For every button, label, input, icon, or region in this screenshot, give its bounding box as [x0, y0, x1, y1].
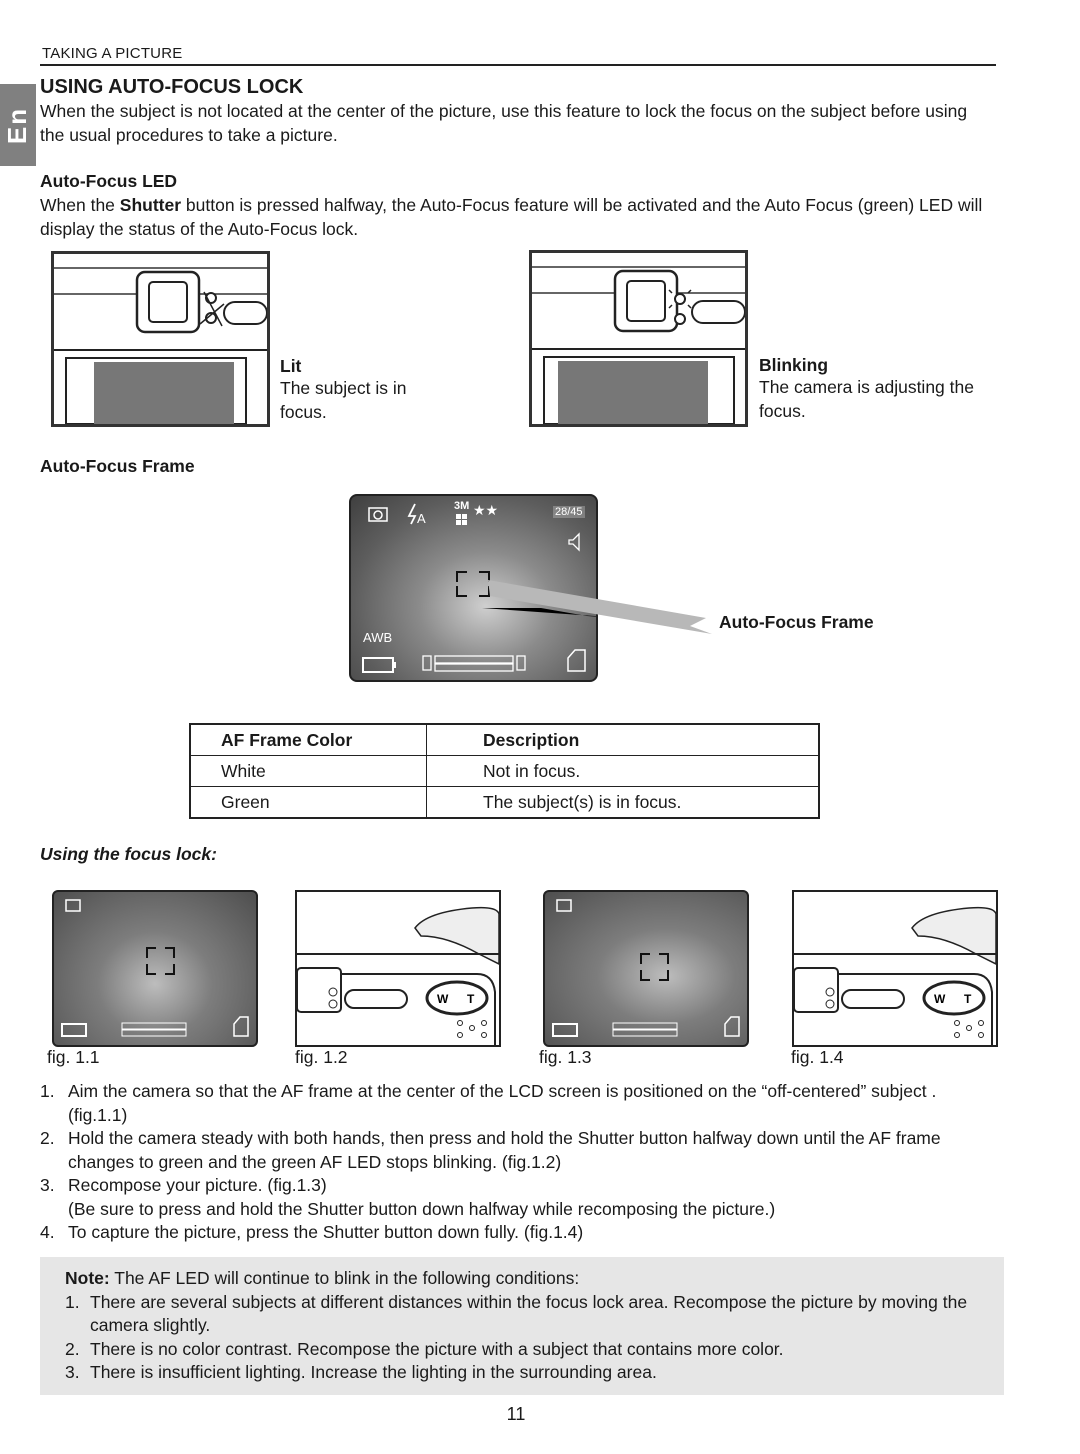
step-number: 1. — [40, 1081, 55, 1101]
note-label: Note: — [65, 1268, 110, 1288]
figure-1-4: W T — [792, 890, 998, 1047]
figure-1-3 — [543, 890, 749, 1047]
note-number: 3. — [65, 1362, 80, 1382]
note-number: 2. — [65, 1338, 80, 1359]
zoom-bar-icon — [434, 655, 514, 664]
af-led-heading: Auto-Focus LED — [40, 171, 178, 191]
led-lit-title: Lit — [280, 356, 302, 376]
camera-led-lit-illustration — [51, 251, 270, 427]
list-item: 1. Aim the camera so that the AF frame at… — [40, 1080, 1000, 1127]
table-row: Green The subject(s) is in focus. — [189, 786, 820, 819]
finger-icon — [911, 906, 997, 966]
step-number: 3. — [40, 1175, 55, 1195]
figure-1-1 — [52, 890, 258, 1047]
photo-thumbnail — [558, 361, 708, 424]
shutter-term: Shutter — [119, 195, 182, 215]
af-led-text-rest: button is pressed halfway, the Auto-Focu… — [40, 195, 983, 239]
figure-caption: fig. 1.3 — [539, 1047, 592, 1067]
flash-mode-label: A — [417, 511, 426, 526]
af-led-paragraph: When the Shutter button is pressed halfw… — [40, 194, 1000, 241]
note-intro-text: The AF LED will continue to blink in the… — [109, 1268, 580, 1288]
af-frame-brackets — [61, 899, 249, 1037]
led-blinking-title: Blinking — [759, 355, 829, 375]
table-header: AF Frame Color — [189, 723, 427, 756]
zoom-rocker — [922, 980, 986, 1016]
note-intro: Note: The AF LED will continue to blink … — [65, 1267, 1004, 1291]
table-cell: Not in focus. — [426, 755, 820, 787]
note-list: 1. There are several subjects at differen… — [65, 1291, 1004, 1385]
white-balance-label: AWB — [363, 630, 393, 645]
quality-stars-icon: ★★ — [473, 502, 499, 518]
step-number: 2. — [40, 1128, 55, 1148]
finger-icon — [414, 906, 500, 966]
camera-shutter-half-press-drawing: W T — [296, 906, 500, 1045]
camera-led-blinking-illustration — [529, 250, 748, 427]
list-item: 4. To capture the picture, press the Shut… — [40, 1221, 1000, 1245]
figure-1-2: W T — [295, 890, 501, 1047]
af-led-icon — [674, 293, 686, 305]
zoom-tele-label: T — [467, 992, 475, 1006]
table-header: Description — [426, 723, 820, 756]
header-divider — [40, 64, 996, 66]
zoom-wide-label: W — [934, 992, 946, 1006]
camera-top-drawing — [54, 254, 267, 424]
list-item: 3. Recompose your picture. (fig.1.3) (Be … — [40, 1174, 1000, 1221]
table-cell: Green — [189, 786, 427, 819]
step-text: Hold the camera steady with both hands, … — [68, 1128, 941, 1172]
list-item: 1. There are several subjects at differen… — [65, 1291, 1004, 1338]
language-tab-label: En — [2, 106, 33, 144]
note-text: There are several subjects at different … — [90, 1291, 968, 1336]
intro-paragraph: When the subject is not located at the c… — [40, 101, 968, 145]
table-cell: The subject(s) is in focus. — [426, 786, 820, 819]
figure-caption: fig. 1.4 — [791, 1047, 844, 1067]
note-box: Note: The AF LED will continue to blink … — [40, 1257, 1004, 1395]
camera-shutter-full-press-drawing: W T — [793, 906, 997, 1045]
note-text: There is insufficient lighting. Increase… — [90, 1362, 657, 1382]
note-number: 1. — [65, 1291, 80, 1312]
memory-card-icon — [567, 649, 586, 672]
step-text: To capture the picture, press the Shutte… — [68, 1222, 584, 1242]
led-lit-description: The subject is in focus. — [280, 378, 407, 422]
battery-icon — [362, 657, 394, 673]
step-number: 4. — [40, 1222, 55, 1242]
step-text: Aim the camera so that the AF frame at t… — [68, 1081, 937, 1125]
figure-caption: fig. 1.2 — [295, 1047, 348, 1067]
zoom-rocker — [425, 980, 489, 1016]
list-item: 2. There is no color contrast. Recompose … — [65, 1338, 1004, 1362]
page-number: 11 — [506, 1404, 526, 1424]
focus-lock-heading: Using the focus lock: — [40, 844, 217, 864]
table-cell: White — [189, 755, 427, 787]
af-frame-callout: Auto-Focus Frame — [719, 612, 874, 632]
af-frame-color-table: AF Frame Color Description White Not in … — [189, 723, 820, 819]
note-text: There is no color contrast. Recompose th… — [90, 1338, 784, 1359]
speaker-icon — [568, 532, 580, 552]
table-row: White Not in focus. — [189, 755, 820, 787]
resolution-label: 3M — [454, 500, 470, 512]
af-frame-heading: Auto-Focus Frame — [40, 456, 195, 476]
flash-auto-icon — [407, 503, 417, 525]
shot-counter: 28/45 — [553, 506, 585, 518]
table-header-row: AF Frame Color Description — [189, 723, 820, 756]
language-tab: En — [0, 84, 36, 166]
callout-pointer — [488, 580, 712, 634]
zoom-tele-label: T — [964, 992, 972, 1006]
list-item: 2. Hold the camera steady with both hands… — [40, 1127, 1000, 1174]
figure-caption: fig. 1.1 — [47, 1047, 100, 1067]
camera-top-drawing — [532, 253, 745, 424]
photo-thumbnail — [94, 362, 234, 424]
af-frame-brackets — [552, 899, 740, 1037]
section-label: TAKING A PICTURE — [42, 45, 183, 62]
led-blinking-description: The camera is adjusting the focus. — [759, 377, 974, 421]
zoom-wide-label: W — [437, 992, 449, 1006]
step-text: Recompose your picture. (fig.1.3) (Be su… — [68, 1175, 776, 1219]
list-item: 3. There is insufficient lighting. Increa… — [65, 1361, 1004, 1385]
focus-lock-steps: 1. Aim the camera so that the AF frame at… — [40, 1080, 1000, 1245]
af-led-text: When the — [40, 195, 120, 215]
page-title: USING AUTO-FOCUS LOCK — [40, 76, 304, 98]
